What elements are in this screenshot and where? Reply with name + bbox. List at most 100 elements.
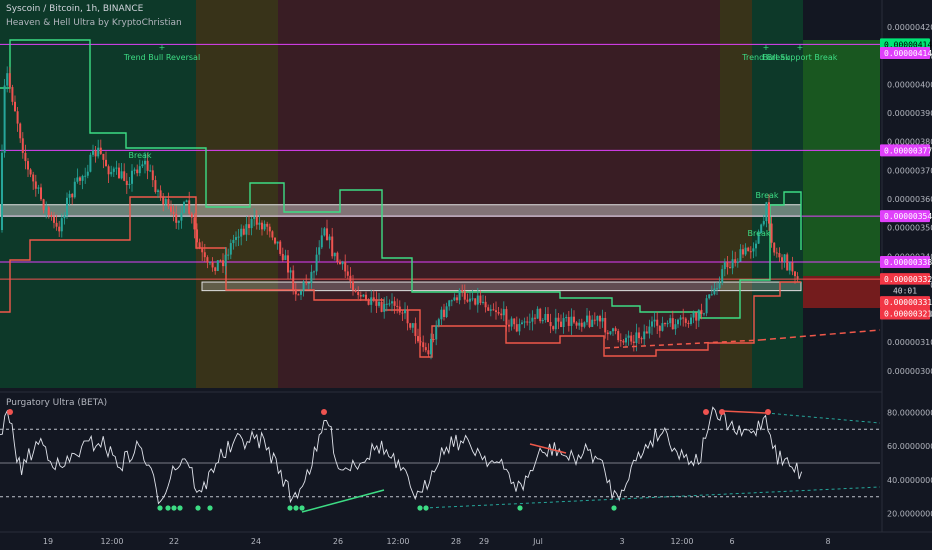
divergence-projection xyxy=(765,412,881,424)
candle-body xyxy=(3,85,6,153)
signal-label: Break xyxy=(128,151,151,160)
trend-zone xyxy=(278,0,720,388)
candle-body xyxy=(414,323,417,337)
candle-body xyxy=(430,338,432,355)
candle-body xyxy=(216,260,219,272)
candle-body xyxy=(86,171,89,176)
candle-body xyxy=(781,257,783,262)
candle-body xyxy=(40,187,42,200)
candle-body xyxy=(310,271,313,283)
candle-body xyxy=(159,190,162,197)
candle-body xyxy=(604,317,607,333)
candle-body xyxy=(547,313,549,323)
candle-body xyxy=(677,319,679,325)
candle-body xyxy=(11,87,14,102)
candle-body xyxy=(211,262,214,268)
candle-body xyxy=(250,219,253,229)
candle-body xyxy=(6,73,9,86)
candle-body xyxy=(489,309,492,311)
candle-body xyxy=(588,315,591,327)
candle-body xyxy=(344,261,347,272)
candle-body xyxy=(742,249,744,255)
candle-body xyxy=(786,254,789,271)
buy-signal-dot xyxy=(611,505,617,511)
candle-body xyxy=(71,193,74,198)
candle-body xyxy=(515,324,518,332)
candle-body xyxy=(167,199,170,207)
price-badge-text: 0.00000338 xyxy=(884,258,932,267)
candle-body xyxy=(619,340,622,342)
candle-body xyxy=(365,294,367,300)
candle-body xyxy=(99,147,102,154)
sell-signal-dot xyxy=(7,409,13,415)
candle-body xyxy=(84,175,87,177)
candle-body xyxy=(45,207,48,211)
osc-tick-label: 20.00000000 xyxy=(887,510,932,519)
candle-body xyxy=(281,253,284,261)
candle-body xyxy=(679,317,682,320)
candle-body xyxy=(721,269,724,283)
candle-body xyxy=(141,164,144,167)
candle-body xyxy=(346,271,349,276)
candle-body xyxy=(289,270,292,273)
candle-body xyxy=(739,249,742,262)
price-badge-text: 0.00000332 xyxy=(884,275,932,284)
candle-body xyxy=(523,321,526,323)
candle-body xyxy=(500,313,503,316)
candle-body xyxy=(115,167,118,169)
candle-body xyxy=(440,309,443,320)
candle-body xyxy=(788,262,791,271)
candle-body xyxy=(432,338,435,340)
candle-body xyxy=(185,200,188,203)
candle-body xyxy=(747,247,750,252)
candle-body xyxy=(125,180,128,186)
candle-body xyxy=(492,309,495,311)
candle-body xyxy=(196,229,198,243)
oscillator-line xyxy=(0,406,803,505)
candle-body xyxy=(183,202,185,213)
candle-body xyxy=(107,166,110,175)
candle-body xyxy=(755,243,757,249)
candle-body xyxy=(536,308,539,319)
osc-tick-label: 40.00000000 xyxy=(887,476,932,485)
candle-body xyxy=(653,319,656,322)
candle-body xyxy=(736,261,739,263)
time-tick-label: 19 xyxy=(43,537,53,546)
sell-signal-dot xyxy=(321,409,327,415)
sell-signal-dot xyxy=(719,409,725,415)
candle-body xyxy=(661,323,664,331)
candle-body xyxy=(305,281,308,284)
candle-body xyxy=(609,331,612,335)
candle-body xyxy=(591,319,594,327)
candle-body xyxy=(768,202,770,224)
oscillator-title: Purgatory Ultra (BETA) xyxy=(6,398,108,408)
chart-canvas[interactable]: Trend Bull Reversal+Trend Break+Bull Sup… xyxy=(0,0,932,550)
candle-body xyxy=(762,221,765,225)
candle-body xyxy=(242,228,245,235)
candle-body xyxy=(120,171,123,179)
candle-body xyxy=(339,261,341,265)
price-tick-label: 0.00000420 xyxy=(887,23,932,32)
price-tick-label: 0.00000310 xyxy=(887,338,932,347)
candle-body xyxy=(541,320,544,322)
candle-body xyxy=(450,300,453,302)
candle-body xyxy=(375,299,378,306)
candle-body xyxy=(118,167,120,179)
time-axis[interactable]: 19 12:00 22 24 26 12:00 28 29 Jul 3 12:00 6 8 xyxy=(0,531,932,546)
candle-body xyxy=(716,288,718,290)
candle-body xyxy=(695,312,698,321)
candle-body xyxy=(456,297,458,301)
candle-body xyxy=(359,295,362,297)
candle-body xyxy=(510,318,513,327)
candle-body xyxy=(370,297,373,305)
buy-signal-dot xyxy=(293,505,299,511)
candle-body xyxy=(697,309,700,321)
price-tick-label: 0.00000350 xyxy=(887,224,932,233)
time-tick-label: 12:00 xyxy=(670,537,693,546)
candle-body xyxy=(336,252,339,262)
candle-body xyxy=(198,242,201,249)
candle-body xyxy=(284,255,287,261)
osc-tick-label: 60.00000000 xyxy=(887,442,932,451)
candle-body xyxy=(424,347,427,351)
candle-body xyxy=(300,290,302,295)
